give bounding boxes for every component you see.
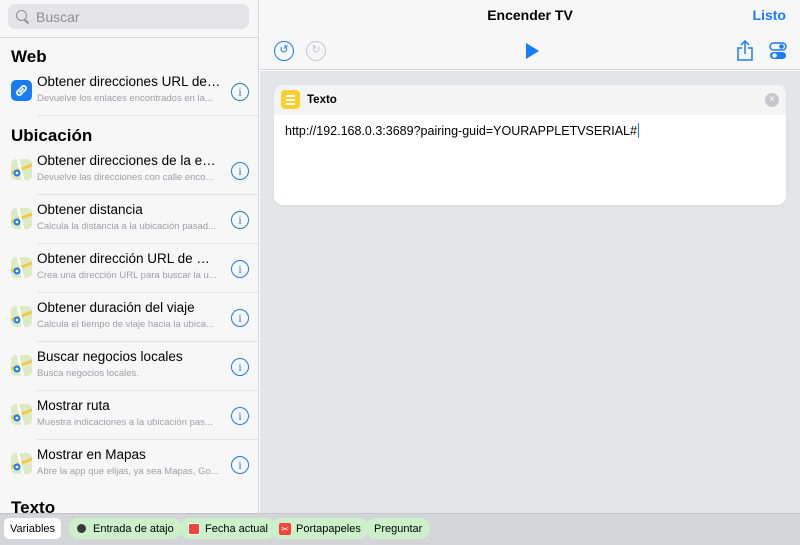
divider <box>0 37 258 38</box>
shortcut-editor: Texto × http://192.168.0.3:3689?pairing-… <box>260 71 800 513</box>
action-title: Obtener dirección URL de Ma... <box>37 251 221 266</box>
settings-toggle-icon[interactable] <box>769 41 789 61</box>
undo-icon[interactable]: ↺ <box>274 41 294 61</box>
section-heading-text: Texto <box>11 498 56 513</box>
divider <box>37 115 258 116</box>
action-subtitle: Devuelve las direcciones con calle enco.… <box>37 172 214 183</box>
info-icon[interactable]: i <box>231 407 249 425</box>
text-field[interactable]: http://192.168.0.3:3689?pairing-guid=YOU… <box>285 123 640 138</box>
text-field-value: http://192.168.0.3:3689?pairing-guid=YOU… <box>285 124 637 138</box>
action-subtitle: Devuelve los enlaces encontrados en la..… <box>37 93 213 104</box>
variable-chip-label: Portapapeles <box>296 522 361 535</box>
variable-chip-ask[interactable]: Preguntar <box>366 518 431 539</box>
info-icon[interactable]: i <box>231 309 249 327</box>
action-title: Buscar negocios locales <box>37 349 183 364</box>
variable-chip-shortcut-input[interactable]: Entrada de atajo <box>69 518 182 539</box>
close-icon[interactable]: × <box>765 93 779 107</box>
action-item[interactable]: Obtener dirección URL de Ma... Crea una … <box>0 244 258 293</box>
action-item[interactable]: Obtener direcciones URL de l... Devuelve… <box>0 67 258 116</box>
maps-icon <box>11 306 32 327</box>
action-title: Mostrar ruta <box>37 398 110 413</box>
section-heading-location: Ubicación <box>11 126 93 145</box>
maps-icon <box>11 208 32 229</box>
maps-icon <box>11 404 32 425</box>
text-action-icon <box>281 90 300 109</box>
action-title: Obtener duración del viaje <box>37 300 195 315</box>
variable-chip-label: Entrada de atajo <box>93 522 174 535</box>
text-action-card[interactable]: Texto × http://192.168.0.3:3689?pairing-… <box>274 85 786 205</box>
play-icon[interactable] <box>522 41 542 61</box>
action-subtitle: Abre la app que elijas, ya sea Mapas, Go… <box>37 466 219 477</box>
done-button[interactable]: Listo <box>753 7 786 23</box>
info-icon[interactable]: i <box>231 260 249 278</box>
action-item[interactable]: Obtener direcciones de la entr... Devuel… <box>0 146 258 195</box>
action-item[interactable]: Buscar negocios locales Busca negocios l… <box>0 342 258 391</box>
maps-icon <box>11 257 32 278</box>
section-heading-web: Web <box>11 47 47 66</box>
info-icon[interactable]: i <box>231 83 249 101</box>
maps-icon <box>11 355 32 376</box>
action-item[interactable]: Mostrar en Mapas Abre la app que elijas,… <box>0 440 258 489</box>
variables-button[interactable]: Variables <box>4 518 61 539</box>
action-subtitle: Muestra indicaciones a la ubicación pas.… <box>37 417 213 428</box>
action-subtitle: Calcula el tiempo de viaje hacia la ubic… <box>37 319 214 330</box>
action-card-title: Texto <box>307 94 337 106</box>
redo-icon[interactable]: ↻ <box>306 41 326 61</box>
variable-chip-label: Fecha actual <box>205 522 268 535</box>
navigation-bar: Encender TV Listo ↺ ↻ <box>260 0 800 70</box>
info-icon[interactable]: i <box>231 162 249 180</box>
link-icon <box>11 80 32 101</box>
action-item[interactable]: Obtener duración del viaje Calcula el ti… <box>0 293 258 342</box>
share-icon[interactable] <box>736 39 756 61</box>
action-title: Obtener distancia <box>37 202 143 217</box>
actions-sidebar: Web Obtener direcciones URL de l... Devu… <box>0 0 259 513</box>
text-caret <box>637 123 640 138</box>
info-icon[interactable]: i <box>231 456 249 474</box>
search-input[interactable] <box>36 8 236 25</box>
search-icon <box>16 9 30 24</box>
action-title: Mostrar en Mapas <box>37 447 146 462</box>
action-title: Obtener direcciones URL de l... <box>37 74 221 89</box>
action-item[interactable]: Mostrar ruta Muestra indicaciones a la u… <box>0 391 258 440</box>
action-subtitle: Calcula la distancia a la ubicación pasa… <box>37 221 217 232</box>
maps-icon <box>11 453 32 474</box>
info-icon[interactable]: i <box>231 211 249 229</box>
action-subtitle: Crea una dirección URL para buscar la u.… <box>37 270 217 281</box>
info-icon[interactable]: i <box>231 358 249 376</box>
calendar-icon <box>188 522 200 535</box>
action-card-header: Texto × <box>274 85 786 115</box>
scissors-icon: ✂ <box>279 522 291 535</box>
variable-chip-current-date[interactable]: Fecha actual <box>180 518 276 539</box>
action-subtitle: Busca negocios locales. <box>37 368 139 379</box>
variable-chip-label: Preguntar <box>374 522 423 535</box>
action-item[interactable]: Obtener distancia Calcula la distancia a… <box>0 195 258 244</box>
variable-chip-clipboard[interactable]: ✂ Portapapeles <box>271 518 369 539</box>
shortcuts-icon <box>77 524 86 533</box>
maps-icon <box>11 159 32 180</box>
shortcut-title[interactable]: Encender TV <box>260 7 800 23</box>
action-title: Obtener direcciones de la entr... <box>37 153 221 168</box>
search-field[interactable] <box>8 4 249 29</box>
variables-bar: Variables Entrada de atajo Fecha actual … <box>0 513 800 545</box>
